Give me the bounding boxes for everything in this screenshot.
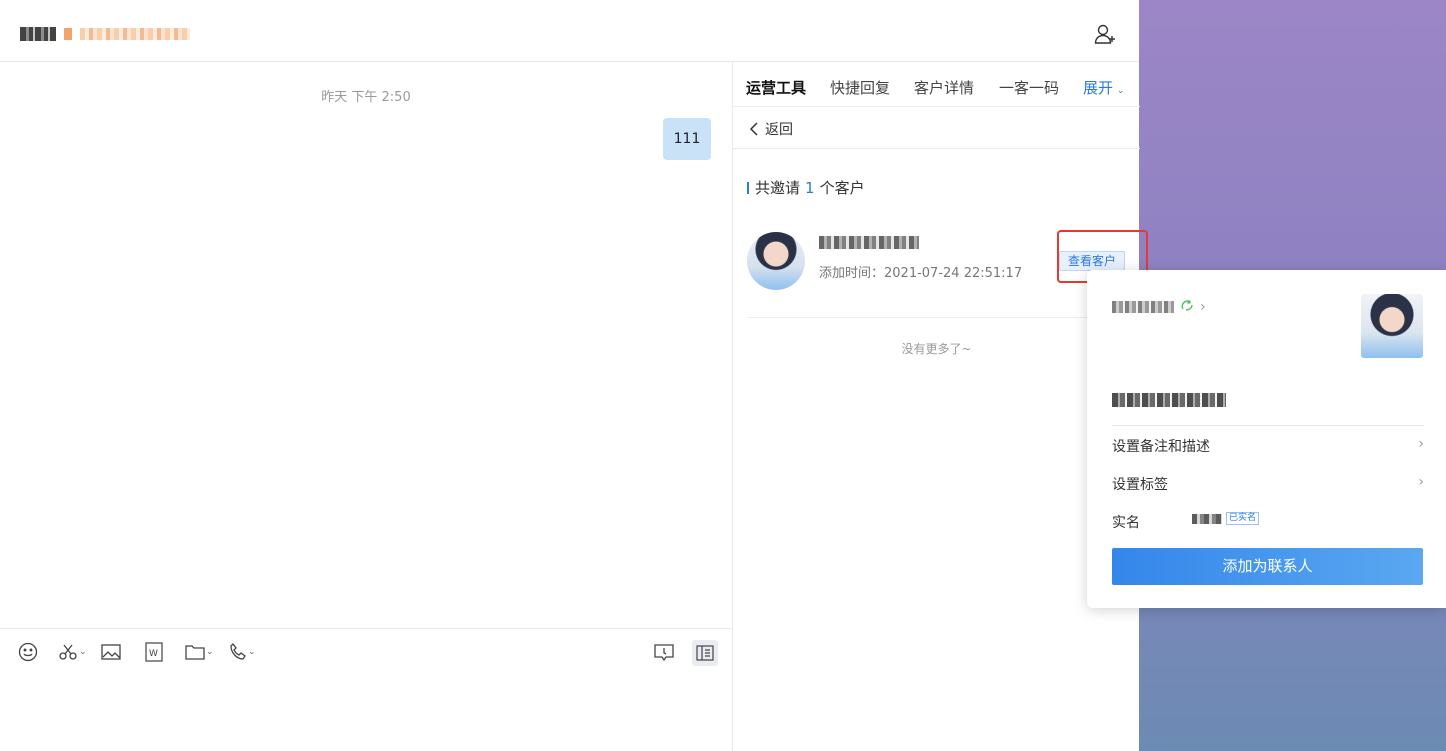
tab-one-customer-one-code[interactable]: 一客一码 [999,77,1059,98]
chat-messages: 昨天 下午 2:50 111 [0,62,732,629]
tab-expand[interactable]: 展开 ⌄ [1083,77,1124,98]
chevron-right-icon: › [1418,436,1424,452]
set-tag-label: 设置标签 [1112,477,1168,493]
add-person-icon[interactable] [1093,22,1117,46]
message-bubble[interactable]: 111 [663,118,711,160]
panel-tabs: 运营工具 快捷回复 客户详情 一客一码 展开 ⌄ [733,62,1140,107]
tab-quick-reply[interactable]: 快捷回复 [830,77,890,98]
tab-customer-details[interactable]: 客户详情 [914,77,974,98]
add-contact-button[interactable]: 添加为联系人 [1112,548,1423,585]
invite-prefix: 共邀请 [755,179,801,197]
back-row: 返回 [733,107,1140,149]
avatar[interactable] [747,232,805,290]
chat-record-icon[interactable] [654,640,674,664]
section-marker [747,181,749,194]
customer-profile-popup: › 设置备注和描述 › 设置标签 › 实名 已实名 添加为联系人 [1087,270,1446,608]
chevron-down-icon: ⌄ [79,647,87,657]
chevron-right-icon: › [1200,299,1206,315]
realname-row: 实名 已实名 [1112,512,1424,532]
added-time-value: 2021-07-24 22:51:17 [884,266,1023,281]
realname-label: 实名 [1112,515,1140,531]
blurred-title-text [20,27,56,41]
invite-summary: 共邀请 1 个客户 [747,177,865,198]
chevron-down-icon: ⌄ [206,647,214,657]
chevron-down-icon: ⌄ [1114,86,1125,96]
invite-count: 1 [805,178,815,197]
app-window: 昨天 下午 2:50 111 ⌄ W ⌄ ⌄ 运营工具 快捷回复 客户详情 一客… [0,0,1148,751]
chat-header [0,0,1139,62]
realname-value: 已实名 [1192,512,1260,525]
invite-suffix: 个客户 [819,179,865,197]
customer-list-item: 添加时间：2021-07-24 22:51:17 查看客户 [747,230,1148,318]
set-remark-label: 设置备注和描述 [1112,439,1210,455]
divider [1112,425,1424,426]
profile-name[interactable]: › [1112,298,1206,316]
image-icon[interactable] [101,640,121,664]
folder-icon[interactable]: ⌄ [185,640,214,664]
message-input-area[interactable]: ⌄ W ⌄ ⌄ [0,628,732,751]
wechat-icon [1180,298,1194,316]
split-view-icon[interactable] [692,640,718,666]
set-remark-row[interactable]: 设置备注和描述 › [1112,436,1424,456]
scissors-icon[interactable]: ⌄ [58,640,87,664]
added-label: 添加时间： [819,266,885,281]
back-label: 返回 [765,122,793,138]
blurred-realname [1192,513,1222,524]
message-timestamp: 昨天 下午 2:50 [321,90,411,105]
chat-title [20,26,190,42]
chevron-right-icon: › [1418,474,1424,490]
back-button[interactable]: 返回 [749,119,793,139]
chevron-left-icon [749,122,758,136]
word-file-icon[interactable]: W [145,640,163,664]
customer-added-time: 添加时间：2021-07-24 22:51:17 [819,262,1022,281]
expand-label: 展开 [1083,79,1114,97]
smile-icon[interactable] [18,640,38,664]
blurred-profile-name [1112,301,1174,313]
svg-text:W: W [149,649,158,659]
chevron-down-icon: ⌄ [248,647,256,657]
avatar[interactable] [1361,294,1423,358]
no-more-text: 没有更多了~ [901,342,972,356]
blurred-title-mark [64,28,72,40]
operations-panel: 运营工具 快捷回复 客户详情 一客一码 展开 ⌄ 返回 共邀请 1 个客户 添加… [732,62,1148,751]
set-tag-row[interactable]: 设置标签 › [1112,474,1424,494]
tab-operations[interactable]: 运营工具 [746,77,806,98]
realname-verified-badge: 已实名 [1226,512,1260,525]
blurred-title-subtext [80,28,190,40]
view-customer-button[interactable]: 查看客户 [1059,251,1125,271]
phone-icon[interactable]: ⌄ [229,640,256,664]
blurred-organization [1112,393,1226,407]
blurred-customer-name [819,236,919,249]
